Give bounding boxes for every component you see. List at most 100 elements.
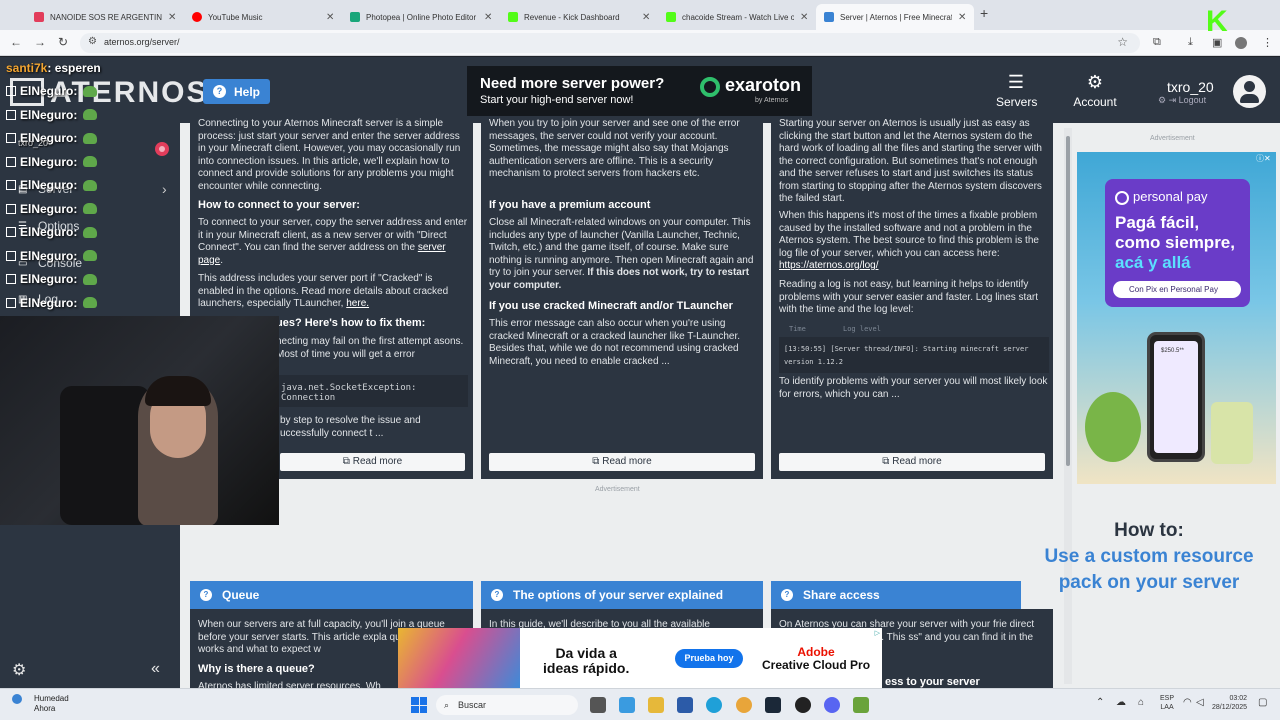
kick-logo-icon: K bbox=[1206, 5, 1228, 38]
discord-icon[interactable] bbox=[824, 697, 840, 713]
read-more-button[interactable]: ⧉ Read more bbox=[489, 453, 755, 471]
profile-icon[interactable] bbox=[1235, 37, 1247, 49]
scrollbar-thumb[interactable] bbox=[1066, 136, 1070, 466]
adobe-ad[interactable]: Da vida a ideas rápido. Prueba hoy Adobe… bbox=[398, 628, 882, 688]
frog-emote-icon bbox=[83, 273, 98, 285]
minecraft-icon[interactable] bbox=[853, 697, 869, 713]
chat-colon: : bbox=[73, 295, 78, 310]
options-card-header[interactable]: ? The options of your server explained bbox=[481, 581, 763, 609]
download-icon[interactable]: ⤓ bbox=[1188, 36, 1193, 49]
copilot-icon[interactable] bbox=[619, 697, 635, 713]
chat-colon: : bbox=[73, 201, 78, 216]
bookmark-star-icon[interactable]: ☆ bbox=[1117, 35, 1128, 49]
url-text: aternos.org/server/ bbox=[104, 37, 180, 47]
ad-choices-icon[interactable]: ▷ bbox=[875, 629, 880, 637]
browser-tab[interactable]: chacoide Stream - Watch Live o ✕ bbox=[658, 4, 816, 30]
settings-gear-icon[interactable]: ⚙ bbox=[12, 660, 26, 680]
account-nav[interactable]: ⚙ Account bbox=[1072, 72, 1118, 109]
browser-tab[interactable]: Photopea | Online Photo Editor ✕ bbox=[342, 4, 500, 30]
language-indicator[interactable]: ESP LAA bbox=[1160, 694, 1174, 712]
ad-pill: Con Pix en Personal Pay bbox=[1113, 281, 1241, 298]
url-field[interactable]: ⚙ aternos.org/server/ ☆ bbox=[80, 33, 1140, 53]
menu-icon[interactable]: ⋮ bbox=[1262, 36, 1273, 49]
chat-badge-icon bbox=[6, 274, 16, 284]
share-card-header[interactable]: ? Share access bbox=[771, 581, 1021, 609]
reload-icon[interactable]: ↻ bbox=[58, 35, 68, 49]
card-title: Share access bbox=[803, 588, 880, 602]
network-icon[interactable]: ⌂ bbox=[1138, 697, 1144, 708]
promo-brand: exaroton bbox=[725, 75, 802, 95]
avatar[interactable] bbox=[1233, 75, 1266, 108]
tab-title: YouTube Music bbox=[208, 12, 263, 22]
windows-start-icon[interactable] bbox=[411, 697, 427, 713]
article-card-auth: When you try to join your server and see… bbox=[481, 118, 763, 479]
card-body-text: by step to resolve the issue and uccessf… bbox=[280, 415, 421, 439]
store-icon[interactable] bbox=[677, 697, 693, 713]
cracked-here-link[interactable]: here. bbox=[346, 298, 369, 309]
browser-tab[interactable]: YouTube Music ✕ bbox=[184, 4, 342, 30]
ad-choices-icon[interactable]: ⓘ✕ bbox=[1256, 153, 1271, 164]
log-url-link[interactable]: https://aternos.org/log/ bbox=[779, 260, 879, 271]
obs-icon[interactable] bbox=[795, 697, 811, 713]
chat-colon: : bbox=[73, 225, 78, 239]
queue-card-header[interactable]: ? Queue bbox=[190, 581, 473, 609]
cloud-icon[interactable]: ☁ bbox=[1116, 697, 1126, 708]
close-tab-icon[interactable]: ✕ bbox=[326, 12, 334, 23]
browser-tab-active[interactable]: Server | Aternos | Free Minecraf ✕ bbox=[816, 4, 975, 30]
try-today-button[interactable]: Prueba hoy bbox=[675, 649, 743, 668]
chat-colon: : bbox=[73, 178, 78, 192]
chat-username: ElNeguro bbox=[20, 107, 74, 122]
back-icon[interactable]: ← bbox=[10, 35, 22, 49]
tab-title: Photopea | Online Photo Editor bbox=[366, 12, 477, 22]
clock[interactable]: 03:02 28/12/2025 bbox=[1212, 694, 1247, 712]
extensions-icon[interactable]: ⧉ bbox=[1153, 36, 1161, 49]
help-button[interactable]: ? Help bbox=[203, 79, 270, 104]
chrome-icon[interactable] bbox=[736, 697, 752, 713]
ad-headline-line: Da vida a bbox=[555, 645, 617, 661]
volume-icon[interactable]: ◁ bbox=[1196, 697, 1204, 708]
close-tab-icon[interactable]: ✕ bbox=[958, 12, 966, 23]
question-icon: ? bbox=[781, 589, 793, 601]
steam-icon[interactable] bbox=[765, 697, 781, 713]
weather-title: Humedad bbox=[34, 694, 69, 703]
read-more-button[interactable]: ⧉ Read more bbox=[280, 453, 465, 471]
browser-tab[interactable]: NANOIDE SOS RE ARGENTINO ✕ bbox=[26, 4, 184, 30]
task-view-icon[interactable] bbox=[590, 697, 606, 713]
taskbar-search[interactable]: ⌕ Buscar bbox=[436, 695, 578, 715]
chevron-right-icon[interactable]: › bbox=[162, 181, 167, 197]
username: txro_20 bbox=[1167, 79, 1214, 95]
howto-subtitle: pack on your server bbox=[1058, 572, 1240, 593]
close-tab-icon[interactable]: ✕ bbox=[800, 12, 808, 23]
chat-colon: : bbox=[73, 272, 78, 286]
streamer-hair bbox=[145, 376, 211, 406]
chevron-up-icon[interactable]: ⌃ bbox=[1096, 697, 1104, 708]
weather-widget[interactable]: Humedad Ahora bbox=[12, 694, 69, 713]
card-title: Queue bbox=[222, 588, 260, 602]
site-info-icon[interactable]: ⚙ bbox=[88, 36, 97, 47]
exaroton-banner[interactable]: Need more server power? Start your high-… bbox=[467, 66, 812, 116]
card-heading: ess to your server bbox=[885, 676, 980, 688]
howto-promo[interactable]: How to: Use a custom resource pack on yo… bbox=[1025, 518, 1273, 596]
collapse-sidebar-icon[interactable]: « bbox=[151, 660, 160, 678]
read-more-button[interactable]: ⧉ Read more bbox=[779, 453, 1045, 471]
close-tab-icon[interactable]: ✕ bbox=[484, 12, 492, 23]
servers-nav[interactable]: ☰ Servers bbox=[996, 72, 1037, 109]
wifi-icon[interactable]: ◠ bbox=[1183, 697, 1192, 708]
account-label: Account bbox=[1073, 95, 1117, 109]
card-body-text: This address includes your server port i… bbox=[198, 273, 449, 309]
chat-username: santi7k bbox=[6, 61, 48, 75]
personal-pay-ad[interactable]: personal pay Pagá fácil, como siempre, a… bbox=[1077, 152, 1276, 484]
notifications-icon[interactable]: ▢ bbox=[1258, 697, 1267, 708]
edge-icon[interactable] bbox=[706, 697, 722, 713]
new-tab-button[interactable]: + bbox=[980, 5, 988, 21]
chair-shape bbox=[60, 386, 150, 525]
chat-colon: : bbox=[73, 107, 78, 122]
browser-tab[interactable]: Revenue - Kick Dashboard ✕ bbox=[500, 4, 658, 30]
tab-title: Revenue - Kick Dashboard bbox=[524, 12, 620, 22]
forward-icon[interactable]: → bbox=[34, 35, 46, 49]
file-explorer-icon[interactable] bbox=[648, 697, 664, 713]
ad-brand: personal pay bbox=[1115, 189, 1207, 205]
logout-link[interactable]: ⚙ ⇥ Logout bbox=[1158, 95, 1206, 106]
close-tab-icon[interactable]: ✕ bbox=[168, 12, 176, 23]
close-tab-icon[interactable]: ✕ bbox=[642, 12, 650, 23]
